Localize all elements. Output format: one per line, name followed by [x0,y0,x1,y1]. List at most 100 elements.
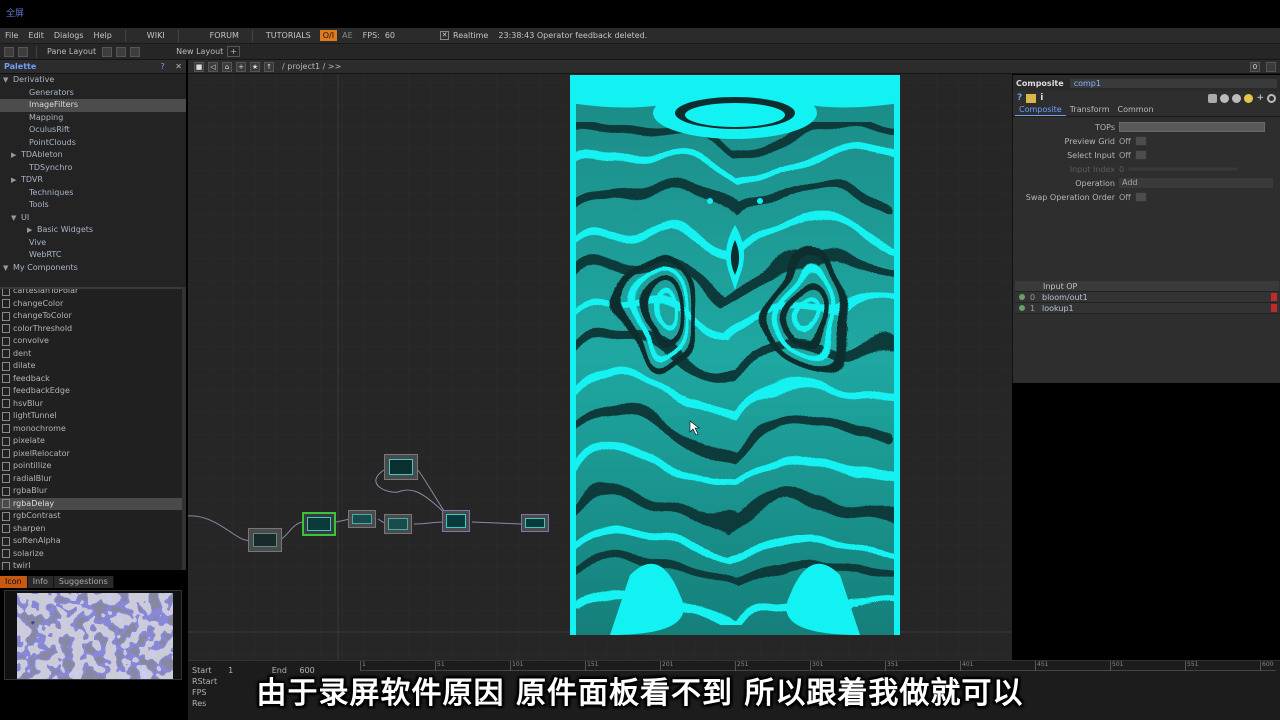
palette-component-item[interactable]: pointillize [0,460,182,473]
edit-icon[interactable] [1208,93,1218,103]
tab-transform[interactable]: Transform [1066,105,1114,116]
node-composite[interactable] [442,510,470,532]
node-level[interactable] [348,510,376,528]
menu-dialogs[interactable]: Dialogs [49,31,89,40]
node-out[interactable] [521,514,549,532]
palette-help-button[interactable]: ? [161,62,165,71]
layout-icon[interactable] [4,46,14,57]
node-noise[interactable] [248,528,282,552]
palette-tree-item[interactable]: ▶ Basic Widgets [0,224,186,237]
palette-tree-item[interactable]: Mapping [0,112,186,125]
input-op-field[interactable]: lookup1 [1042,304,1271,313]
palette-component-item[interactable]: twirl [0,560,182,570]
palette-component-item[interactable]: changeToColor [0,310,182,323]
tab-common[interactable]: Common [1114,105,1158,116]
network-stop-button[interactable]: ■ [194,61,204,72]
tab-composite[interactable]: Composite [1015,105,1066,116]
parameter-toggle[interactable] [1134,136,1147,146]
palette-component-item[interactable]: monochrome [0,423,182,436]
palette-component-item[interactable]: dent [0,348,182,361]
network-grid-icon[interactable] [1266,61,1276,72]
help-icon[interactable]: ? [1017,93,1022,103]
realtime-checkbox[interactable]: ✕ [440,31,450,40]
parameter-value[interactable]: Off [1119,137,1131,146]
palette-component-item[interactable]: dilate [0,360,182,373]
delete-icon[interactable] [1271,304,1277,312]
node-bloom[interactable] [384,454,418,480]
palette-component-item[interactable]: hsvBlur [0,398,182,411]
palette-tree-item[interactable]: ▼ Derivative [0,74,186,87]
sequence-row[interactable]: 1 lookup1 [1015,303,1279,314]
palette-component-item[interactable]: rgbaDelay [0,497,182,510]
network-star-icon[interactable]: ★ [250,61,260,72]
palette-component-item[interactable]: radialBlur [0,473,182,486]
palette-tree-item[interactable]: OculusRift [0,124,186,137]
tab-info[interactable]: Info [27,576,54,588]
palette-tree-item[interactable]: Tools [0,199,186,212]
link-wiki[interactable]: WIKI [142,31,170,40]
expand-arrow-down-icon[interactable]: ▼ [3,74,13,87]
palette-tree-item[interactable]: ▼ UI [0,212,186,225]
ae-badge[interactable]: AE [337,31,358,40]
node-color-icon[interactable] [1244,93,1254,103]
expand-arrow-right-icon[interactable]: ▶ [11,174,21,187]
perform-mode-badge[interactable]: O/I [319,30,338,41]
palette-tree-item[interactable]: Techniques [0,187,186,200]
info-icon[interactable]: i [1040,93,1043,103]
network-home-icon[interactable]: ⌂ [222,61,232,72]
palette-component-item[interactable]: rgbContrast [0,510,182,523]
palette-component-item[interactable]: rgbaBlur [0,485,182,498]
network-path[interactable]: / project1 / >> [282,62,341,71]
expand-arrow-right-icon[interactable]: ▶ [27,224,37,237]
palette-component-item[interactable]: sharpen [0,523,182,536]
python-icon[interactable] [1026,93,1037,103]
parameter-toggle[interactable] [1134,192,1147,202]
palette-component-item[interactable]: lightTunnel [0,410,182,423]
palette-component-item[interactable]: feedback [0,373,182,386]
menu-edit[interactable]: Edit [23,31,49,40]
add-layout-button[interactable]: + [227,46,240,57]
palette-tree-item[interactable]: TDSynchro [0,162,186,175]
tab-icon[interactable]: Icon [0,576,28,588]
delete-icon[interactable] [1271,293,1277,301]
menu-file[interactable]: File [0,31,23,40]
palette-scrollbar[interactable] [182,287,186,570]
parameter-value[interactable]: Off [1119,151,1131,160]
link-forum[interactable]: FORUM [205,31,244,40]
palette-tree-item[interactable]: Generators [0,87,186,100]
settings-icon[interactable] [1267,93,1276,103]
palette-tree-item[interactable]: WebRTC [0,249,186,262]
tops-input-field[interactable] [1119,122,1265,132]
tab-suggestions[interactable]: Suggestions [53,576,114,588]
comment-icon[interactable] [1220,93,1230,103]
new-layout-tab[interactable]: New Layout [172,47,227,56]
network-counter[interactable]: 0 [1250,61,1260,72]
parameter-value[interactable]: Off [1119,193,1131,202]
compare-icon[interactable] [1232,93,1242,103]
node-lookup[interactable] [384,514,412,534]
node-selected[interactable] [302,512,336,536]
palette-tree-item[interactable]: ImageFilters [0,99,186,112]
network-parent-icon[interactable]: ↑ [264,61,274,72]
pane-split-icon[interactable] [116,46,127,57]
layout-icon[interactable] [18,46,28,57]
input-op-field[interactable]: bloom/out1 [1042,293,1271,302]
palette-tree-item[interactable]: Vive [0,237,186,250]
insert-icon[interactable] [1019,294,1025,300]
palette-component-item[interactable]: cartesianToPolar [0,289,182,298]
add-parameter-icon[interactable]: + [1256,93,1264,103]
expand-arrow-right-icon[interactable]: ▶ [11,149,21,162]
palette-component-item[interactable]: changeColor [0,298,182,311]
operation-dropdown[interactable]: Add [1119,178,1273,188]
parameter-toggle[interactable] [1134,150,1147,160]
palette-component-item[interactable]: solarize [0,548,182,561]
palette-component-item[interactable]: colorThreshold [0,323,182,336]
expand-arrow-down-icon[interactable]: ▼ [3,262,13,275]
palette-component-item[interactable]: pixelate [0,435,182,448]
palette-component-item[interactable]: feedbackEdge [0,385,182,398]
pane-split-icon[interactable] [102,46,113,57]
palette-tree-item[interactable]: ▶ TDAbleton [0,149,186,162]
palette-tree-item[interactable]: ▼ My Components [0,262,186,275]
palette-component-item[interactable]: convolve [0,335,182,348]
operator-name-field[interactable]: comp1 [1069,78,1277,88]
